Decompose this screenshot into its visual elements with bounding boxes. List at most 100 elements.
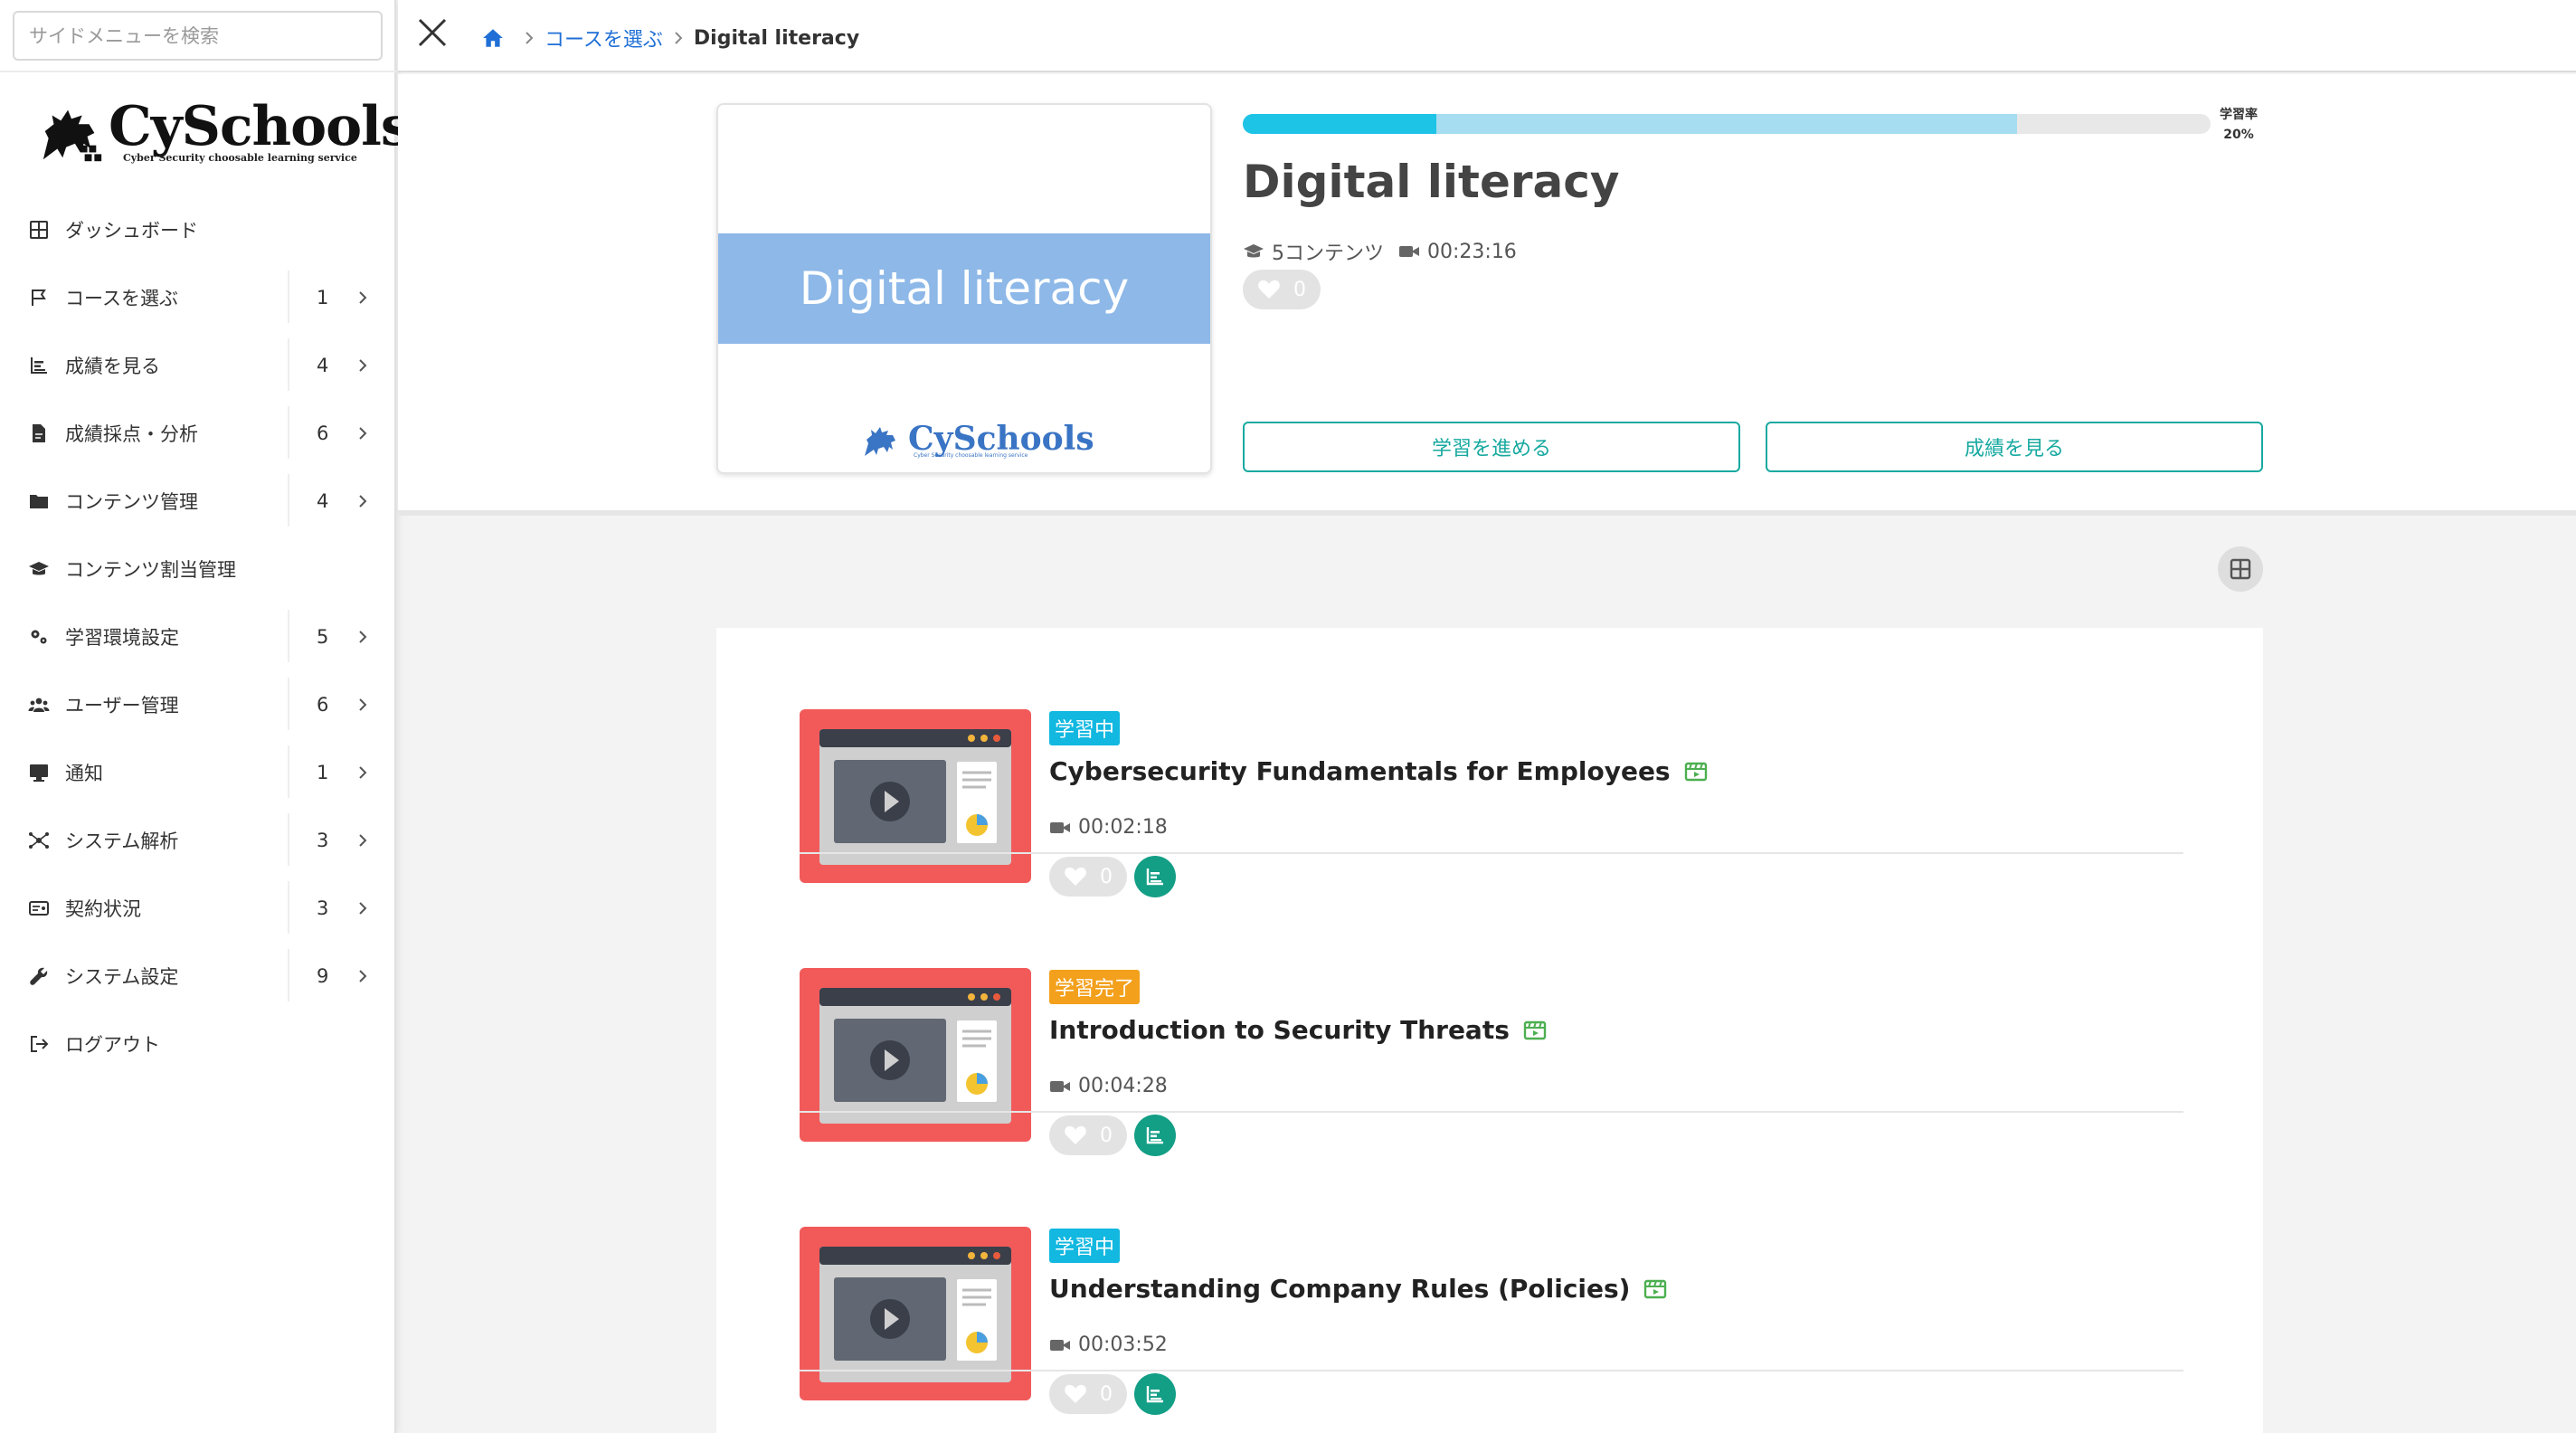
sidebar-item-label: 成績採点・分析	[65, 422, 198, 445]
lesson-item: 学習完了 Introduction to Security Threats 00:0…	[800, 887, 2183, 1156]
chevron-right-icon[interactable]	[355, 493, 371, 509]
chevron-right-icon[interactable]	[355, 968, 371, 984]
lesson-like-count: 0	[1100, 865, 1113, 888]
chevron-right-icon[interactable]	[355, 425, 371, 441]
sidebar-item-separator	[288, 678, 289, 730]
lesson-title-link[interactable]: Introduction to Security Threats	[1049, 1015, 1548, 1045]
sidebar-item-5[interactable]: コンテンツ割当管理	[0, 535, 396, 603]
chevron-right-icon[interactable]	[355, 832, 371, 849]
grid-view-toggle[interactable]	[2218, 546, 2263, 592]
users-icon	[27, 693, 51, 716]
sidebar-item-count: 1	[317, 761, 329, 783]
view-results-button[interactable]: 成績を見る	[1766, 422, 2263, 472]
chevron-right-icon[interactable]	[355, 289, 371, 306]
sidebar-item-3[interactable]: 成績採点・分析 6	[0, 399, 396, 467]
lesson-duration: 00:03:52	[1049, 1333, 1168, 1356]
lesson-duration: 00:02:18	[1049, 816, 1168, 839]
course-like-button[interactable]: 0	[1243, 270, 1321, 309]
logout-icon	[27, 1032, 51, 1056]
cyschools-logo[interactable]: CySchools Cyber Security choosable learn…	[36, 94, 412, 168]
lesson-like-count: 0	[1100, 1124, 1113, 1147]
bar-chart-icon	[1146, 1386, 1163, 1403]
sidebar-item-separator	[288, 270, 289, 323]
home-icon[interactable]	[481, 26, 505, 50]
sidebar-item-4[interactable]: コンテンツ管理 4	[0, 467, 396, 535]
grid-icon	[27, 218, 51, 242]
video-content-icon	[1523, 1020, 1547, 1039]
course-content-count: 5コンテンツ	[1272, 242, 1384, 265]
thumbnail-logo: CySchools Cyber Security choosable learn…	[861, 420, 1094, 461]
top-bar: コースを選ぶ Digital literacy	[398, 0, 2576, 72]
sidebar-item-9[interactable]: システム解析 3	[0, 806, 396, 874]
flag-icon	[27, 286, 51, 309]
chevron-right-icon	[675, 32, 683, 44]
course-thumbnail-title: Digital literacy	[718, 233, 1210, 344]
progress-percent: 20%	[2223, 128, 2254, 142]
sidebar-item-11[interactable]: システム設定 9	[0, 942, 396, 1010]
breadcrumb-courses-link[interactable]: コースを選ぶ	[545, 24, 663, 52]
lesson-title: Cybersecurity Fundamentals for Employees	[1049, 756, 1671, 786]
close-icon[interactable]	[414, 14, 450, 51]
sidebar-item-separator	[288, 813, 289, 866]
lesson-divider	[800, 852, 2183, 854]
lesson-status-badge: 学習完了	[1049, 970, 1141, 1004]
lesson-item: 学習中 Understanding Company Rules (Policies…	[800, 1145, 2183, 1415]
breadcrumb: コースを選ぶ Digital literacy	[481, 24, 859, 52]
folder-icon	[27, 489, 51, 513]
lesson-status-badge: 学習中	[1049, 711, 1121, 745]
sidebar-item-separator	[288, 745, 289, 798]
sidebar-item-7[interactable]: ユーザー管理 6	[0, 670, 396, 738]
chevron-right-icon[interactable]	[355, 764, 371, 781]
sidebar-item-count: 3	[317, 829, 329, 851]
sidebar-item-label: システム解析	[65, 830, 179, 852]
sidebar-item-count: 1	[317, 286, 329, 308]
video-lesson-thumbnail[interactable]	[800, 709, 1031, 883]
progress-label: 学習率 20%	[2220, 105, 2258, 145]
lesson-actions: 0	[1049, 1373, 1176, 1415]
breadcrumb-current: Digital literacy	[693, 26, 860, 50]
chevron-right-icon[interactable]	[355, 900, 371, 916]
chevron-right-icon[interactable]	[355, 357, 371, 374]
sidebar-item-count: 9	[317, 964, 329, 987]
sidebar-item-1[interactable]: コースを選ぶ 1	[0, 263, 396, 331]
lesson-like-button[interactable]: 0	[1049, 1374, 1127, 1414]
sidebar-item-10[interactable]: 契約状況 3	[0, 874, 396, 942]
lesson-duration-value: 00:02:18	[1078, 816, 1168, 839]
sidebar-item-separator	[288, 406, 289, 459]
continue-learning-button[interactable]: 学習を進める	[1243, 422, 1740, 472]
lesson-results-button[interactable]	[1134, 1373, 1176, 1415]
chevron-right-icon[interactable]	[355, 697, 371, 713]
lesson-title-link[interactable]: Cybersecurity Fundamentals for Employees	[1049, 756, 1709, 786]
lesson-title-link[interactable]: Understanding Company Rules (Policies)	[1049, 1274, 1668, 1304]
video-camera-icon	[1050, 1339, 1070, 1351]
sidebar-item-separator	[288, 949, 289, 1001]
lesson-divider	[800, 1370, 2183, 1371]
sidebar-item-0[interactable]: ダッシュボード	[0, 195, 396, 263]
sidebar-search-input[interactable]	[13, 11, 383, 61]
lesson-title: Introduction to Security Threats	[1049, 1015, 1510, 1045]
lesson-duration-value: 00:03:52	[1078, 1333, 1168, 1356]
graduation-cap-icon	[27, 557, 51, 581]
sidebar-item-12[interactable]: ログアウト	[0, 1010, 396, 1077]
video-lesson-thumbnail[interactable]	[800, 1227, 1031, 1400]
sidebar-item-8[interactable]: 通知 1	[0, 738, 396, 806]
progress-label-text: 学習率	[2220, 108, 2258, 122]
sidebar-item-2[interactable]: 成績を見る 4	[0, 331, 396, 399]
course-progress-bar	[1243, 114, 2211, 134]
sidebar-item-label: ダッシュボード	[65, 219, 198, 242]
bar-chart-icon	[1146, 1127, 1163, 1144]
sidebar-item-label: 通知	[65, 762, 103, 784]
video-lesson-thumbnail[interactable]	[800, 968, 1031, 1142]
progress-fill	[1243, 114, 1436, 134]
course-duration: 00:23:16	[1427, 240, 1517, 263]
video-camera-icon	[1050, 821, 1070, 833]
chevron-right-icon[interactable]	[355, 629, 371, 645]
course-thumbnail: Digital literacy CySchools Cyber Securit…	[716, 103, 1212, 474]
lesson-title: Understanding Company Rules (Policies)	[1049, 1274, 1631, 1304]
bar-chart-icon	[1146, 868, 1163, 886]
graduation-cap-icon	[1244, 244, 1264, 258]
sidebar-item-6[interactable]: 学習環境設定 5	[0, 603, 396, 670]
logo-wordmark: CySchools	[109, 95, 412, 158]
heart-icon	[1065, 1384, 1086, 1403]
thumbnail-logo-tagline: Cyber Security choosable learning servic…	[914, 452, 1028, 459]
